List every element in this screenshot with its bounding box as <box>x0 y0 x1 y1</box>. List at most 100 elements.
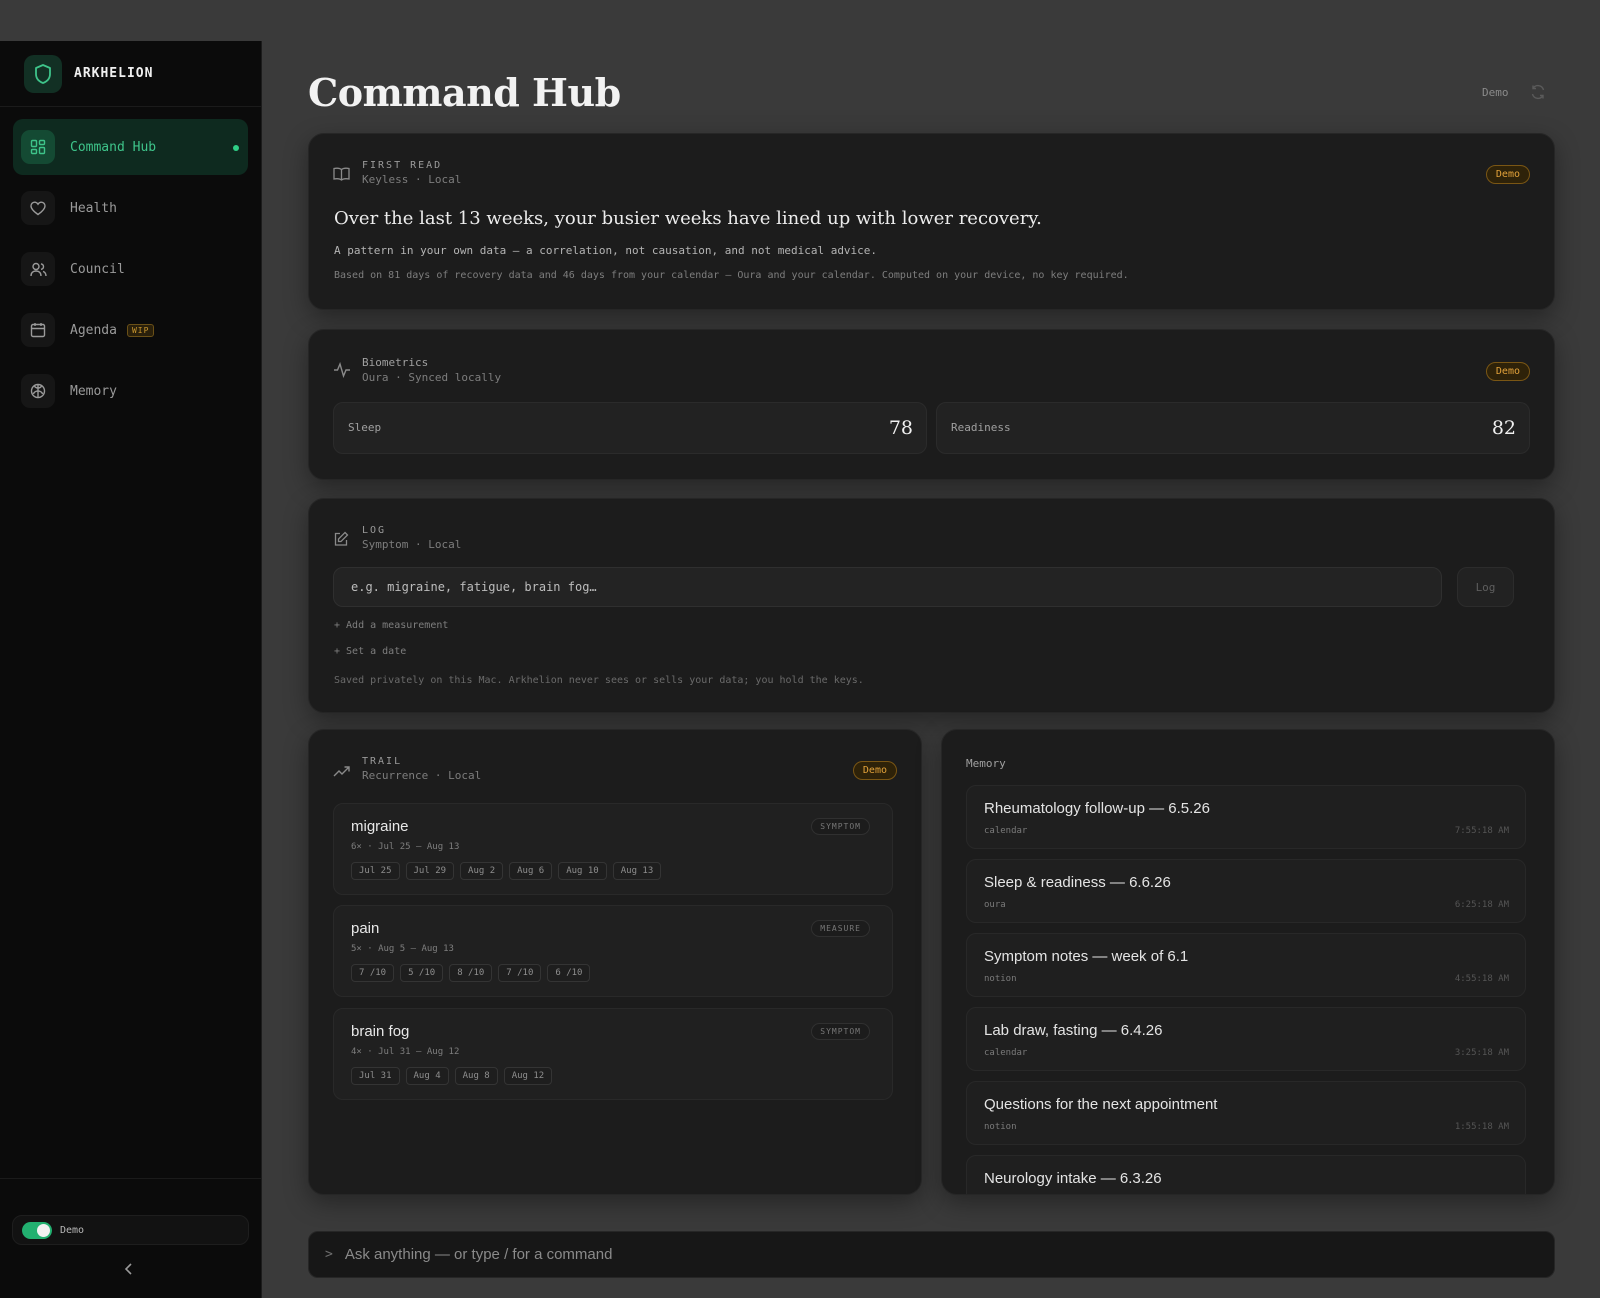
occurrence-chip: Aug 4 <box>405 1067 449 1085</box>
sidebar-item-label: Memory <box>70 383 117 399</box>
demo-toggle[interactable]: Demo <box>12 1215 249 1245</box>
memory-time: 3:25:18 AM <box>1454 1048 1509 1058</box>
toggle-switch[interactable] <box>22 1221 52 1239</box>
sidebar-item-memory[interactable]: Memory <box>13 363 248 419</box>
sidebar-item-label: Agenda <box>70 322 117 338</box>
occurrence-chip: Aug 13 <box>612 862 662 880</box>
sidebar-footer: Demo <box>0 1178 261 1298</box>
metric-label: Sleep <box>348 421 382 434</box>
trail-range: 6× · Jul 25 — Aug 13 <box>351 842 460 852</box>
metric-value: 82 <box>1491 417 1516 439</box>
memory-title: Neurology intake — 6.3.26 <box>984 1170 1162 1187</box>
memory-title: Sleep & readiness — 6.6.26 <box>984 874 1171 891</box>
brain-icon <box>21 374 55 408</box>
memory-item[interactable]: Symptom notes — week of 6.1 notion 4:55:… <box>966 933 1526 997</box>
page-title: Command Hub <box>308 70 621 115</box>
trail-card: TRAIL Recurrence · Local Demo migraine S… <box>308 729 922 1195</box>
sidebar-item-health[interactable]: Health <box>13 180 248 236</box>
memory-item[interactable]: Sleep & readiness — 6.6.26 oura 6:25:18 … <box>966 859 1526 923</box>
memory-item[interactable]: Rheumatology follow-up — 6.5.26 calendar… <box>966 785 1526 849</box>
biometrics-card: Biometrics Oura · Synced locally Demo Sl… <box>308 329 1555 480</box>
trail-kind-badge: SYMPTOM <box>811 1023 870 1040</box>
log-button[interactable]: Log <box>1457 567 1514 607</box>
card-header: Biometrics Oura · Synced locally <box>333 356 501 384</box>
card-subtitle: Oura · Synced locally <box>362 371 502 384</box>
active-indicator <box>233 145 239 151</box>
calendar-icon <box>21 313 55 347</box>
book-icon <box>333 166 351 186</box>
log-card: LOG Symptom · Local Log + Add a measurem… <box>308 498 1555 713</box>
occurrence-chip: Jul 25 <box>351 862 400 880</box>
memory-source: calendar <box>984 1048 1028 1058</box>
memory-item[interactable]: Neurology intake — 6.3.26 <box>966 1155 1526 1194</box>
card-title: Memory <box>966 757 1006 770</box>
metric-label: Readiness <box>951 421 1011 434</box>
command-bar[interactable]: > Ask anything — or type / for a command <box>308 1231 1555 1278</box>
card-header: TRAIL Recurrence · Local <box>333 756 481 782</box>
demo-badge: Demo <box>852 761 897 780</box>
memory-item[interactable]: Lab draw, fasting — 6.4.26 calendar 3:25… <box>966 1007 1526 1071</box>
prompt-symbol: > <box>325 1247 333 1262</box>
occurrence-chip: 7 /10 <box>498 964 542 982</box>
add-measurement-link[interactable]: + Add a measurement <box>334 620 448 631</box>
metric-readiness[interactable]: Readiness 82 <box>936 402 1530 454</box>
heart-icon <box>21 191 55 225</box>
occurrence-chip: Aug 2 <box>460 862 504 880</box>
card-header: FIRST READ Keyless · Local <box>333 160 461 186</box>
chevron-left-icon[interactable] <box>124 1261 134 1280</box>
occurrence-chips: Jul 25 Jul 29 Aug 2 Aug 6 Aug 10 Aug 13 <box>351 862 667 880</box>
trail-range: 5× · Aug 5 — Aug 13 <box>351 944 454 954</box>
trail-name: pain <box>351 920 380 937</box>
occurrence-chips: Jul 31 Aug 4 Aug 8 Aug 12 <box>351 1067 558 1085</box>
trail-kind-badge: MEASURE <box>811 920 870 937</box>
memory-title: Questions for the next appointment <box>984 1096 1218 1113</box>
trail-item-brain-fog[interactable]: brain fog SYMPTOM 4× · Jul 31 — Aug 12 J… <box>333 1008 893 1100</box>
sidebar: ARKHELION Command Hub Health Council Age… <box>0 41 262 1298</box>
trail-item-pain[interactable]: pain MEASURE 5× · Aug 5 — Aug 13 7 /10 5… <box>333 905 893 997</box>
refresh-icon[interactable] <box>1530 84 1546 104</box>
memory-title: Rheumatology follow-up — 6.5.26 <box>984 800 1210 817</box>
occurrence-chip: 5 /10 <box>400 964 444 982</box>
metric-value: 78 <box>888 417 913 439</box>
occurrence-chip: Jul 31 <box>351 1067 400 1085</box>
demo-badge: Demo <box>1485 165 1530 184</box>
memory-card: Memory Rheumatology follow-up — 6.5.26 c… <box>941 729 1555 1195</box>
card-subtitle: Keyless · Local <box>362 173 462 186</box>
set-date-link[interactable]: + Set a date <box>334 646 406 657</box>
memory-time: 4:55:18 AM <box>1454 974 1509 984</box>
sidebar-item-label: Council <box>70 261 125 277</box>
memory-source: notion <box>984 974 1017 984</box>
sidebar-item-agenda[interactable]: Agenda WIP <box>13 302 248 358</box>
card-eyebrow: LOG <box>362 525 387 536</box>
privacy-note: Saved privately on this Mac. Arkhelion n… <box>334 675 864 686</box>
sidebar-nav: Command Hub Health Council Agenda WIP Me… <box>0 107 261 419</box>
card-eyebrow: FIRST READ <box>362 160 443 171</box>
activity-icon <box>333 361 351 384</box>
wip-badge: WIP <box>126 323 155 337</box>
trending-up-icon <box>333 762 351 782</box>
occurrence-chip: Aug 6 <box>509 862 553 880</box>
card-subtitle: Recurrence · Local <box>362 769 482 782</box>
demo-toggle-label: Demo <box>60 1224 85 1236</box>
command-input-placeholder[interactable]: Ask anything — or type / for a command <box>345 1246 613 1263</box>
insight-disclaimer: A pattern in your own data — a correlati… <box>334 244 878 257</box>
brand-name: ARKHELION <box>74 66 154 81</box>
trail-range: 4× · Jul 31 — Aug 12 <box>351 1047 460 1057</box>
occurrence-chip: Aug 10 <box>558 862 607 880</box>
sidebar-item-council[interactable]: Council <box>13 241 248 297</box>
metric-sleep[interactable]: Sleep 78 <box>333 402 927 454</box>
symptom-input[interactable] <box>333 567 1442 607</box>
insight-source: Based on 81 days of recovery data and 46… <box>334 270 1129 281</box>
occurrence-chip: Aug 12 <box>503 1067 553 1085</box>
memory-item[interactable]: Questions for the next appointment notio… <box>966 1081 1526 1145</box>
first-read-card: FIRST READ Keyless · Local Demo Over the… <box>308 133 1555 310</box>
edit-icon <box>333 531 351 551</box>
occurrence-chip: 7 /10 <box>351 964 395 982</box>
card-subtitle: Symptom · Local <box>362 538 462 551</box>
trail-name: migraine <box>351 818 409 835</box>
memory-source: notion <box>984 1122 1017 1132</box>
trail-item-migraine[interactable]: migraine SYMPTOM 6× · Jul 25 — Aug 13 Ju… <box>333 803 893 895</box>
card-title: Biometrics <box>362 356 429 369</box>
sidebar-item-command-hub[interactable]: Command Hub <box>13 119 248 175</box>
memory-source: oura <box>984 900 1006 910</box>
